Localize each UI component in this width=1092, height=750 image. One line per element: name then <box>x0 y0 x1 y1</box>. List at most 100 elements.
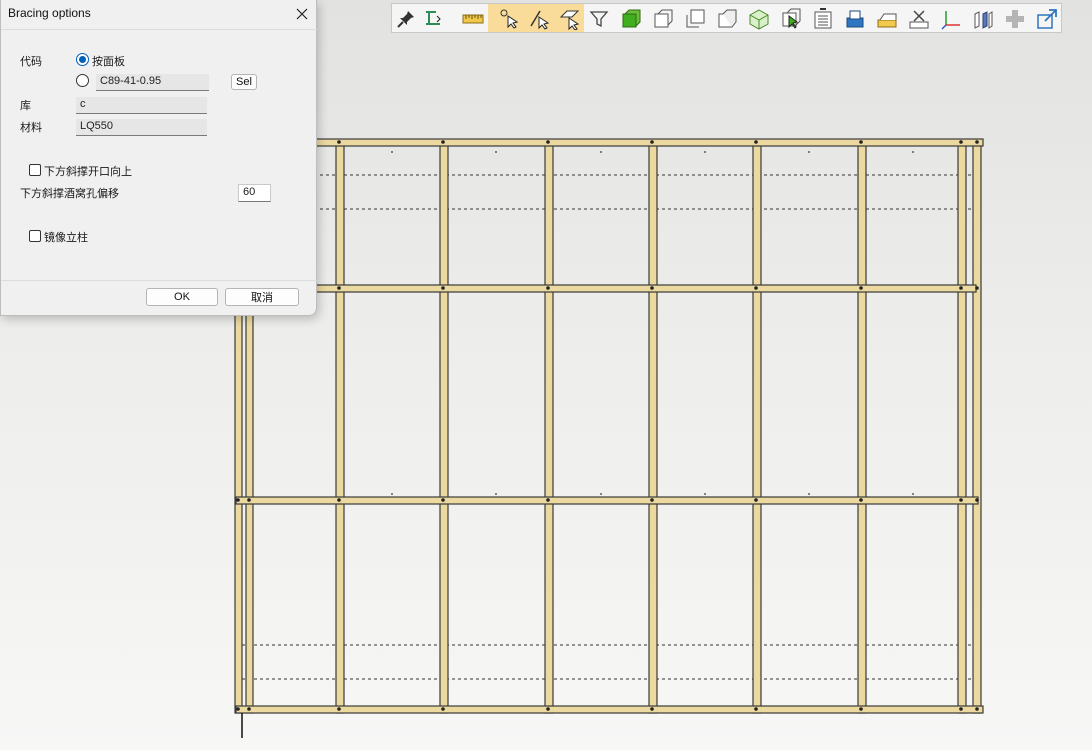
plus-button[interactable] <box>1002 6 1028 32</box>
filter-button[interactable] <box>586 6 612 32</box>
view-side-button[interactable] <box>682 6 708 32</box>
filter-icon <box>589 11 609 28</box>
rail-member <box>239 284 977 293</box>
lower-brace-open-up-checkbox[interactable] <box>29 164 41 176</box>
tick-dot <box>808 151 810 153</box>
layers-button[interactable] <box>874 6 900 32</box>
select-face-button[interactable] <box>556 6 582 32</box>
bracing-options-dialog: Bracing options 代码 按面板 C89-41-0.95 Sel 库… <box>0 0 317 316</box>
connection-dot <box>959 707 963 711</box>
profile-radio[interactable] <box>76 74 89 87</box>
stud-member <box>648 139 658 714</box>
lower-brace-open-up-label: 下方斜撑开口向上 <box>44 165 132 178</box>
view-toolbar <box>391 3 1062 33</box>
connection-dot <box>247 707 251 711</box>
tick-dot <box>912 493 914 495</box>
title-separator <box>1 29 317 30</box>
rail-member <box>235 705 984 714</box>
connection-dot <box>441 286 445 290</box>
tick-dot <box>600 493 602 495</box>
pin-icon <box>397 11 414 28</box>
columns-icon <box>974 11 993 29</box>
connection-dot <box>546 140 550 144</box>
connection-dot <box>546 498 550 502</box>
connection-dot <box>650 707 654 711</box>
stack-button[interactable] <box>842 6 868 32</box>
mirror-studs-label: 镜像立柱 <box>44 231 88 244</box>
connection-dot <box>337 707 341 711</box>
view-iso-icon <box>749 9 769 30</box>
stud-member <box>752 139 762 714</box>
connection-dot <box>754 286 758 290</box>
hole-offset-input[interactable]: 60 <box>238 184 271 202</box>
axes-button[interactable] <box>938 6 964 32</box>
pin-button[interactable] <box>393 6 419 32</box>
profile-field[interactable]: C89-41-0.95 <box>96 74 209 91</box>
connection-dot <box>959 140 963 144</box>
connection-dot <box>337 140 341 144</box>
list-button[interactable] <box>810 6 836 32</box>
connection-dot <box>441 707 445 711</box>
connection-dot <box>337 498 341 502</box>
columns-button[interactable] <box>970 6 996 32</box>
material-label: 材料 <box>20 121 42 134</box>
stud-member <box>957 139 967 714</box>
tick-dot <box>704 151 706 153</box>
library-field[interactable]: c <box>76 97 207 114</box>
list-icon <box>814 8 832 29</box>
mirror-studs-checkbox[interactable] <box>29 230 41 242</box>
view-back-button[interactable] <box>714 6 740 32</box>
connection-dot <box>975 707 979 711</box>
connection-dot <box>859 707 863 711</box>
connection-dot <box>754 707 758 711</box>
connection-dot <box>441 140 445 144</box>
connection-dot <box>859 498 863 502</box>
stud-member <box>972 139 982 714</box>
material-field[interactable]: LQ550 <box>76 119 207 136</box>
sel-button[interactable]: Sel <box>231 74 257 90</box>
view-top-button[interactable] <box>650 6 676 32</box>
select-edge-icon <box>530 10 550 30</box>
connection-dot <box>546 707 550 711</box>
export-button[interactable] <box>1034 6 1060 32</box>
tick-dot <box>600 151 602 153</box>
tick-dot <box>391 151 393 153</box>
rail-member <box>235 496 979 505</box>
connection-dot <box>236 498 240 502</box>
select-point-icon <box>500 9 519 29</box>
stud-member <box>857 139 867 714</box>
tick-dot <box>808 493 810 495</box>
align-button[interactable] <box>420 6 446 32</box>
dialog-title: Bracing options <box>8 6 91 20</box>
tick-dot <box>391 493 393 495</box>
select-edge-button[interactable] <box>526 6 552 32</box>
cancel-button[interactable]: 取消 <box>225 288 299 306</box>
clear-icon <box>909 10 929 29</box>
connection-dot <box>247 498 251 502</box>
view-iso-button[interactable] <box>746 6 772 32</box>
connection-dot <box>650 498 654 502</box>
view-select-button[interactable] <box>778 6 804 32</box>
clear-button[interactable] <box>906 6 932 32</box>
ok-button[interactable]: OK <box>146 288 218 306</box>
connection-dot <box>754 498 758 502</box>
connection-dot <box>754 140 758 144</box>
connection-dot <box>959 498 963 502</box>
close-button[interactable] <box>289 2 315 26</box>
view-front-green-button[interactable] <box>618 6 644 32</box>
ruler-button[interactable] <box>456 6 490 32</box>
panel-radio[interactable] <box>76 53 89 66</box>
footer-separator <box>1 280 317 281</box>
connection-dot <box>975 140 979 144</box>
stack-icon <box>846 10 864 28</box>
axes-icon <box>941 11 960 30</box>
panel-radio-label: 按面板 <box>92 55 125 68</box>
ruler-icon <box>462 14 484 24</box>
select-point-button[interactable] <box>496 6 522 32</box>
connection-dot <box>236 707 240 711</box>
connection-dot <box>975 498 979 502</box>
connection-dot <box>650 286 654 290</box>
tick-dot <box>704 493 706 495</box>
view-side-icon <box>686 9 705 28</box>
layers-icon <box>877 13 897 28</box>
